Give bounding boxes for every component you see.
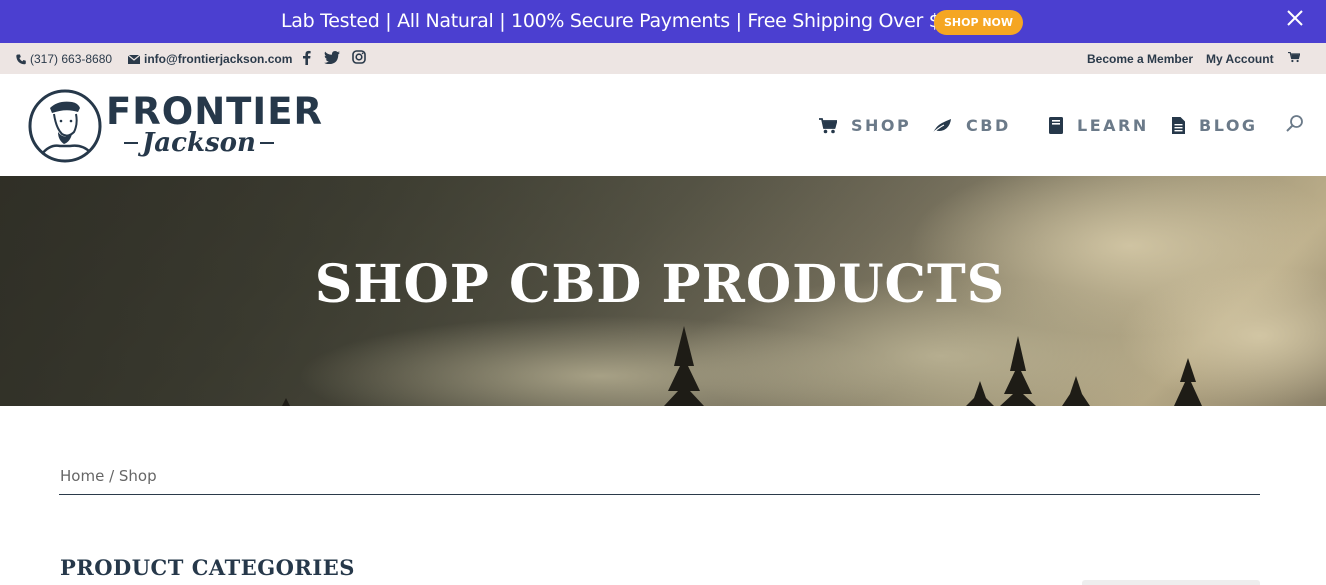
nav-shop[interactable]: SHOP <box>819 116 911 135</box>
cart-icon <box>819 117 837 133</box>
email-link[interactable]: info@frontierjackson.com <box>128 52 292 66</box>
logo-subtitle: Jackson <box>142 128 256 158</box>
leaf-icon <box>932 118 951 133</box>
phone-icon <box>16 54 26 64</box>
nav-blog[interactable]: BLOG <box>1172 116 1258 135</box>
phone-link[interactable]: (317) 663-8680 <box>16 52 112 66</box>
hero-title: SHOP CBD PRODUCTS <box>314 254 1006 315</box>
promo-bar: Lab Tested | All Natural | 100% Secure P… <box>0 0 1326 43</box>
instagram-icon[interactable] <box>352 50 366 64</box>
phone-number: (317) 663-8680 <box>30 52 113 66</box>
shop-now-button[interactable]: SHOP NOW <box>934 10 1023 35</box>
site-header: FRONTIER Jackson SHOP CBD LEARN BLOG <box>0 74 1326 176</box>
document-icon <box>1172 117 1185 134</box>
book-icon <box>1049 117 1063 134</box>
close-icon[interactable] <box>1285 8 1305 28</box>
product-categories-heading: PRODUCT CATEGORIES <box>60 555 355 580</box>
nav-learn[interactable]: LEARN <box>1049 116 1149 135</box>
nav-blog-label: BLOG <box>1199 116 1258 135</box>
nav-cbd-label: CBD <box>966 116 1011 135</box>
utility-bar: (317) 663-8680 info@frontierjackson.com … <box>0 43 1326 74</box>
logo-wordmark: FRONTIER <box>106 90 323 133</box>
cart-icon[interactable] <box>1288 52 1300 63</box>
become-member-link[interactable]: Become a Member <box>1087 52 1193 66</box>
breadcrumb-divider <box>59 494 1260 495</box>
facebook-icon[interactable] <box>302 50 311 65</box>
nav-cbd[interactable]: CBD <box>932 116 1011 135</box>
nav-shop-label: SHOP <box>851 116 912 135</box>
email-address: info@frontierjackson.com <box>144 52 293 66</box>
twitter-icon[interactable] <box>324 51 340 64</box>
promo-text: Lab Tested | All Natural | 100% Secure P… <box>281 10 976 32</box>
breadcrumb[interactable]: Home / Shop <box>60 467 157 485</box>
site-logo[interactable]: FRONTIER Jackson <box>28 88 322 166</box>
nav-learn-label: LEARN <box>1077 116 1149 135</box>
hero-banner: SHOP CBD PRODUCTS <box>0 176 1326 406</box>
search-icon[interactable] <box>1285 114 1305 134</box>
envelope-icon <box>128 54 140 64</box>
my-account-link[interactable]: My Account <box>1206 52 1274 66</box>
sidebar-widget <box>1082 580 1260 585</box>
